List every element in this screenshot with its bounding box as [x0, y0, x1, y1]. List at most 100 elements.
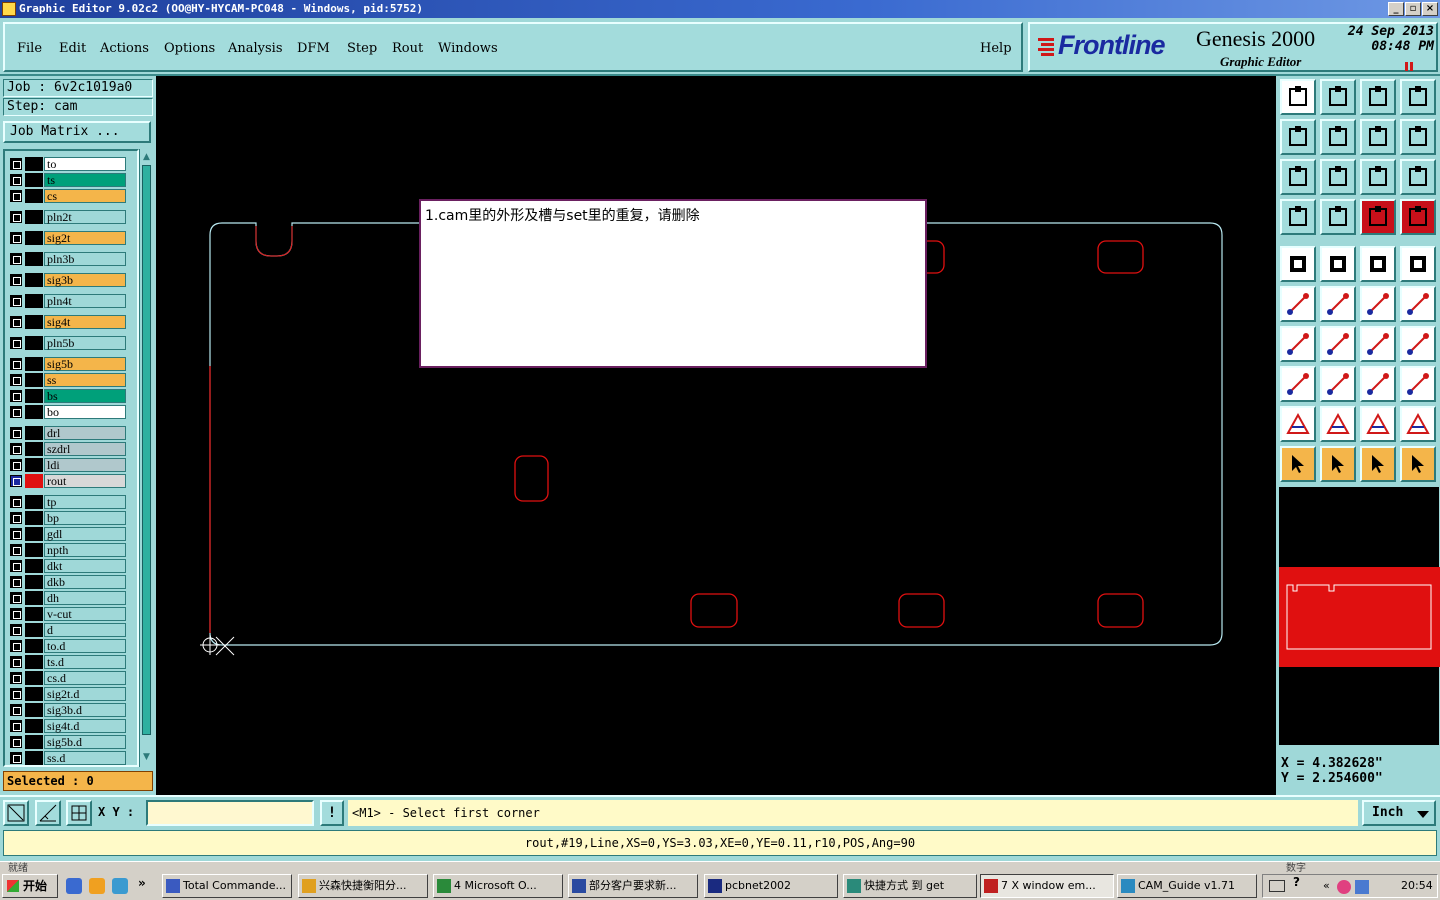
- layer-checkbox[interactable]: [10, 640, 22, 652]
- help-icon[interactable]: ?: [1293, 875, 1300, 889]
- layer-color-swatch[interactable]: [25, 389, 43, 403]
- task-cam-guide[interactable]: CAM_Guide v1.71: [1117, 874, 1257, 898]
- layer-color-swatch[interactable]: [25, 575, 43, 589]
- layer-color-swatch[interactable]: [25, 157, 43, 171]
- task-total-commander[interactable]: Total Commande...: [162, 874, 292, 898]
- menu-edit[interactable]: Edit: [59, 41, 86, 56]
- layer-checkbox[interactable]: [10, 576, 22, 588]
- menu-help[interactable]: Help: [980, 41, 1012, 56]
- layer-checkbox[interactable]: [10, 592, 22, 604]
- task-x-window[interactable]: 7 X window em...: [980, 874, 1114, 898]
- layer-name[interactable]: ts: [44, 173, 126, 187]
- menu-windows[interactable]: Windows: [438, 41, 498, 56]
- zoom-out-icon[interactable]: [1320, 119, 1356, 155]
- layer-color-swatch[interactable]: [25, 607, 43, 621]
- fit-screen-icon[interactable]: [1280, 159, 1316, 195]
- layer-checkbox[interactable]: [10, 720, 22, 732]
- layer-name[interactable]: sig3b: [44, 273, 126, 287]
- layer-checkbox[interactable]: [10, 459, 22, 471]
- layer-checkbox[interactable]: [10, 704, 22, 716]
- layer-color-swatch[interactable]: [25, 231, 43, 245]
- layer-color-swatch[interactable]: [25, 210, 43, 224]
- layer-color-swatch[interactable]: [25, 336, 43, 350]
- chevron-more-icon[interactable]: »: [138, 876, 146, 890]
- layer-scrollbar[interactable]: ▲ ▼: [139, 149, 153, 767]
- task-customer-doc[interactable]: 部分客户要求新...: [568, 874, 698, 898]
- menu-analysis[interactable]: Analysis: [228, 41, 283, 56]
- split-view-icon[interactable]: [1400, 79, 1436, 115]
- layer-name[interactable]: dkb: [44, 575, 126, 589]
- exclamation-button[interactable]: !: [320, 800, 344, 826]
- layer-name[interactable]: pln3b: [44, 252, 126, 266]
- layer-color-swatch[interactable]: [25, 687, 43, 701]
- menu-actions[interactable]: Actions: [100, 41, 149, 56]
- maximize-button[interactable]: ▫: [1405, 2, 1421, 16]
- layer-settings-icon[interactable]: [1280, 199, 1316, 235]
- scroll-down-icon[interactable]: ▼: [141, 751, 152, 763]
- layer-name[interactable]: pln5b: [44, 336, 126, 350]
- layer-checkbox[interactable]: [10, 427, 22, 439]
- select-circle-icon[interactable]: [1360, 446, 1396, 482]
- layer-checkbox[interactable]: [10, 316, 22, 328]
- layer-checkbox[interactable]: [10, 390, 22, 402]
- layer-name[interactable]: pln2t: [44, 210, 126, 224]
- ruler-icon[interactable]: [1360, 246, 1396, 282]
- layer-checkbox[interactable]: [10, 608, 22, 620]
- layer-color-swatch[interactable]: [25, 405, 43, 419]
- query-icon[interactable]: [1400, 159, 1436, 195]
- layer-color-swatch[interactable]: [25, 543, 43, 557]
- layer-color-swatch[interactable]: [25, 671, 43, 685]
- layer-name[interactable]: ldi: [44, 458, 126, 472]
- open-step-icon[interactable]: [1280, 79, 1316, 115]
- menu-rout[interactable]: Rout: [392, 41, 423, 56]
- menu-step[interactable]: Step: [347, 41, 377, 56]
- pad-icon[interactable]: [1280, 246, 1316, 282]
- arc-icon[interactable]: [1360, 326, 1396, 362]
- layer-color-swatch[interactable]: [25, 173, 43, 187]
- layer-color-swatch[interactable]: [25, 474, 43, 488]
- layer-name[interactable]: pln4t: [44, 294, 126, 308]
- grid-snap-icon[interactable]: [66, 800, 92, 826]
- overview-map[interactable]: [1278, 486, 1440, 746]
- layer-checkbox[interactable]: [10, 544, 22, 556]
- intersect-icon[interactable]: [1320, 286, 1356, 322]
- unit-select[interactable]: Inch: [1362, 800, 1436, 826]
- layer-name[interactable]: bs: [44, 389, 126, 403]
- layer-name[interactable]: sig4t.d: [44, 719, 126, 733]
- layer-checkbox[interactable]: [10, 358, 22, 370]
- layer-color-swatch[interactable]: [25, 315, 43, 329]
- pan-icon[interactable]: [1360, 119, 1396, 155]
- layer-color-swatch[interactable]: [25, 655, 43, 669]
- angle-line-icon[interactable]: [1280, 326, 1316, 362]
- text-icon[interactable]: [1280, 406, 1316, 442]
- layer-color-swatch[interactable]: [25, 273, 43, 287]
- scale-icon[interactable]: [1360, 159, 1396, 195]
- layer-name[interactable]: d: [44, 623, 126, 637]
- layer-color-swatch[interactable]: [25, 735, 43, 749]
- close-button[interactable]: ×: [1422, 2, 1438, 16]
- layer-checkbox[interactable]: [10, 158, 22, 170]
- keyboard-icon[interactable]: [1269, 880, 1285, 892]
- layer-name[interactable]: v-cut: [44, 607, 126, 621]
- menu-dfm[interactable]: DFM: [297, 41, 330, 56]
- layer-name[interactable]: dkt: [44, 559, 126, 573]
- layer-color-swatch[interactable]: [25, 189, 43, 203]
- quicklaunch-icon[interactable]: [89, 878, 105, 894]
- layer-color-swatch[interactable]: [25, 442, 43, 456]
- layer-color-swatch[interactable]: [25, 357, 43, 371]
- layer-checkbox[interactable]: [10, 688, 22, 700]
- layer-name[interactable]: sig5b.d: [44, 735, 126, 749]
- layer-name[interactable]: dh: [44, 591, 126, 605]
- layer-name[interactable]: sig2t: [44, 231, 126, 245]
- layer-color-swatch[interactable]: [25, 458, 43, 472]
- tray-chevron-icon[interactable]: «: [1323, 875, 1330, 897]
- measure-icon[interactable]: [35, 800, 61, 826]
- resize-icon[interactable]: [1360, 366, 1396, 402]
- text-edit-icon[interactable]: [1400, 406, 1436, 442]
- layer-color-swatch[interactable]: [25, 495, 43, 509]
- pause-icon[interactable]: [1404, 62, 1414, 71]
- layer-color-swatch[interactable]: [25, 426, 43, 440]
- scroll-thumb[interactable]: [142, 165, 151, 735]
- layer-color-swatch[interactable]: [25, 559, 43, 573]
- layer-checkbox[interactable]: [10, 736, 22, 748]
